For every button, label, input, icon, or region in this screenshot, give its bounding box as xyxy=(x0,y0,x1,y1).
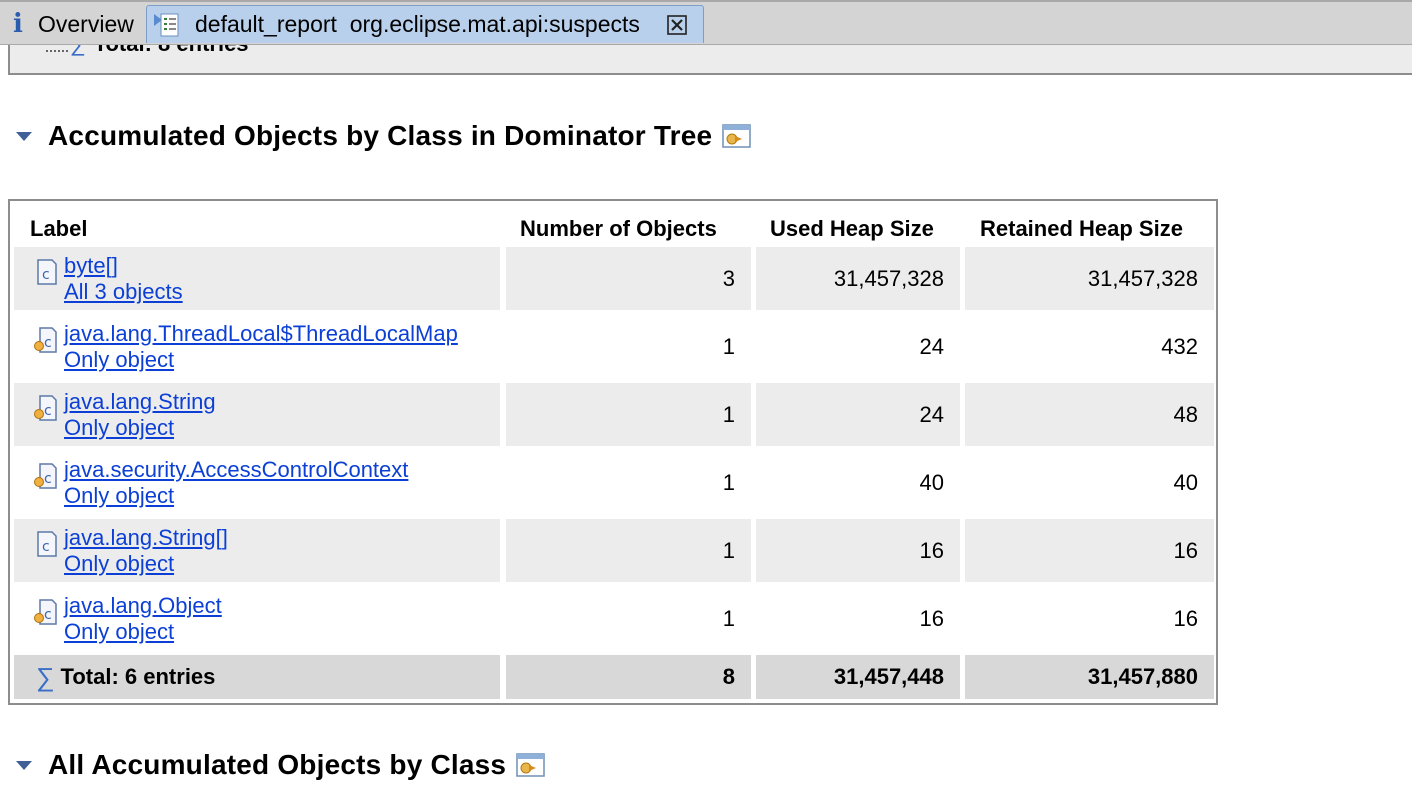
objects-link[interactable]: Only object xyxy=(64,415,216,441)
svg-text:c: c xyxy=(44,471,52,487)
used-heap-cell: 24 xyxy=(756,383,960,446)
objects-link[interactable]: Only object xyxy=(64,483,408,509)
class-icon: c xyxy=(37,258,57,285)
class-instance-icon: c xyxy=(34,462,57,489)
close-icon[interactable] xyxy=(666,14,688,36)
table-row[interactable]: c java.security.AccessControlContext Onl… xyxy=(14,451,1214,514)
info-icon: i xyxy=(13,9,23,39)
total-used-heap: 31,457,448 xyxy=(756,655,960,699)
used-heap-cell: 31,457,328 xyxy=(756,247,960,310)
table-row[interactable]: c java.lang.String[] Only object 1 16 16 xyxy=(14,519,1214,582)
svg-text:c: c xyxy=(44,335,52,351)
number-of-objects-cell: 1 xyxy=(722,333,735,359)
accumulated-objects-table: Label Number of Objects Used Heap Size R… xyxy=(8,199,1218,705)
number-of-objects-cell: 3 xyxy=(506,247,751,310)
number-of-objects-cell: 1 xyxy=(506,383,751,446)
class-instance-icon: c xyxy=(34,598,57,625)
objects-link[interactable]: Only object xyxy=(64,347,458,373)
tab-default-report[interactable]: default_report org.eclipse.mat.api:suspe… xyxy=(146,5,704,43)
label-cell: c byte[] All 3 objects xyxy=(14,247,500,310)
total-label: Total: 6 entries xyxy=(60,664,216,689)
previous-total-label: Total: 8 entries xyxy=(94,45,249,57)
tab-overview-label: Overview xyxy=(38,10,134,37)
column-header-number-of-objects[interactable]: Number of Objects xyxy=(520,211,717,247)
used-heap-cell: 40 xyxy=(919,469,944,495)
section-title: All Accumulated Objects by Class xyxy=(48,749,507,780)
retained-heap-cell: 432 xyxy=(1161,333,1198,359)
class-name-link[interactable]: java.lang.String xyxy=(64,389,216,415)
label-cell: c java.lang.ThreadLocal$ThreadLocalMap O… xyxy=(14,315,500,378)
table-row[interactable]: c byte[] All 3 objects 3 31,457,328 31,4… xyxy=(14,247,1214,310)
column-header-used-heap[interactable]: Used Heap Size xyxy=(770,211,934,247)
collapse-toggle-icon[interactable] xyxy=(14,129,34,143)
report-icon xyxy=(154,13,179,36)
svg-text:c: c xyxy=(42,267,50,283)
number-of-objects-cell: 1 xyxy=(722,605,735,631)
svg-text:c: c xyxy=(44,607,52,623)
retained-heap-cell: 48 xyxy=(965,383,1214,446)
class-name-link[interactable]: java.lang.String[] xyxy=(64,525,228,551)
table-row[interactable]: c java.lang.Object Only object 1 16 16 xyxy=(14,587,1214,650)
tab-overview[interactable]: i Overview xyxy=(4,5,146,43)
class-name-link[interactable]: java.security.AccessControlContext xyxy=(64,457,408,483)
label-cell: c java.security.AccessControlContext Onl… xyxy=(14,451,500,514)
sigma-icon: ∑ xyxy=(36,661,55,692)
class-instance-icon: c xyxy=(34,394,57,421)
used-heap-cell: 24 xyxy=(919,333,944,359)
collapse-toggle-icon[interactable] xyxy=(14,758,34,772)
used-heap-cell: 16 xyxy=(919,605,944,631)
retained-heap-cell: 40 xyxy=(1173,469,1198,495)
label-cell: c java.lang.String[] Only object xyxy=(14,519,500,582)
objects-link[interactable]: All 3 objects xyxy=(64,279,183,305)
tab-report-label: default_report org.eclipse.mat.api:suspe… xyxy=(195,11,640,37)
tree-connector xyxy=(46,50,68,52)
label-cell: c java.lang.String Only object xyxy=(14,383,500,446)
editor-tab-bar: i Overview default_report org.eclipse.ma… xyxy=(0,0,1412,45)
class-name-link[interactable]: java.lang.ThreadLocal$ThreadLocalMap xyxy=(64,321,458,347)
column-header-retained-heap[interactable]: Retained Heap Size xyxy=(980,211,1183,247)
total-retained-heap: 31,457,880 xyxy=(965,655,1214,699)
objects-link[interactable]: Only object xyxy=(64,551,228,577)
class-icon: c xyxy=(37,530,57,557)
total-label-cell: ∑ Total: 6 entries xyxy=(14,655,500,699)
previous-table-remnant: ∑ Total: 8 entries xyxy=(8,45,1412,75)
svg-text:c: c xyxy=(42,539,50,555)
table-total-row: ∑ Total: 6 entries 8 31,457,448 31,457,8… xyxy=(14,655,1214,699)
class-name-link[interactable]: java.lang.Object xyxy=(64,593,222,619)
previous-total-row: ∑ Total: 8 entries xyxy=(70,45,249,57)
sigma-icon: ∑ xyxy=(70,45,86,57)
number-of-objects-cell: 1 xyxy=(722,469,735,495)
label-cell: c java.lang.Object Only object xyxy=(14,587,500,650)
svg-text:c: c xyxy=(44,403,52,419)
section-title: Accumulated Objects by Class in Dominato… xyxy=(48,120,713,151)
class-instance-icon: c xyxy=(34,326,57,353)
section-dominator-heading: Accumulated Objects by Class in Dominato… xyxy=(14,120,752,152)
number-of-objects-cell: 1 xyxy=(506,519,751,582)
query-link-icon[interactable] xyxy=(516,752,546,778)
retained-heap-cell: 31,457,328 xyxy=(965,247,1214,310)
retained-heap-cell: 16 xyxy=(1173,605,1198,631)
objects-link[interactable]: Only object xyxy=(64,619,222,645)
class-name-link[interactable]: byte[] xyxy=(64,253,183,279)
table-row[interactable]: c java.lang.String Only object 1 24 48 xyxy=(14,383,1214,446)
section-all-accumulated-heading: All Accumulated Objects by Class xyxy=(14,749,546,781)
table-row[interactable]: c java.lang.ThreadLocal$ThreadLocalMap O… xyxy=(14,315,1214,378)
retained-heap-cell: 16 xyxy=(965,519,1214,582)
used-heap-cell: 16 xyxy=(756,519,960,582)
query-link-icon[interactable] xyxy=(722,123,752,149)
total-number-of-objects: 8 xyxy=(506,655,751,699)
column-header-label[interactable]: Label xyxy=(30,211,87,247)
